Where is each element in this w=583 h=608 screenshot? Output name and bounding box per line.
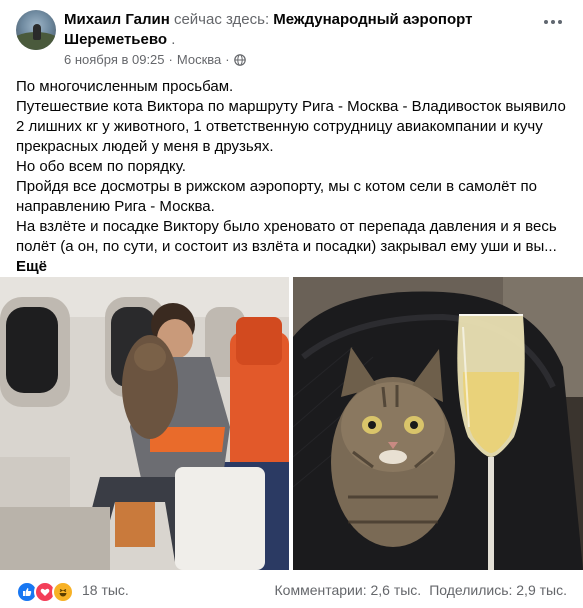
post-meta: 6 ноября в 09:25 · Москва · — [64, 52, 246, 68]
author-avatar[interactable] — [16, 10, 56, 50]
checkin-text: сейчас здесь: — [173, 11, 270, 28]
author-name[interactable]: Михаил Галин — [64, 11, 170, 28]
post-location[interactable]: Москва — [177, 52, 221, 68]
post-paragraph: По многочисленным просьбам. — [16, 78, 234, 95]
photo-man-with-cat-illustration — [0, 277, 289, 570]
reactions-summary[interactable] — [16, 581, 74, 603]
photo-cat-with-champagne[interactable] — [293, 277, 583, 570]
post-paragraph: На взлёте и посадке Виктору было хренова… — [16, 218, 557, 255]
post-title-line: Михаил Галин сейчас здесь: Международный… — [64, 10, 534, 50]
globe-icon[interactable] — [233, 54, 246, 66]
place-suffix: . — [171, 31, 176, 48]
post-paragraph: Путешествие кота Виктора по маршруту Риг… — [16, 98, 566, 155]
shares-count[interactable]: Поделились: 2,9 тыс. — [429, 582, 567, 598]
post-text: По многочисленным просьбам. Путешествие … — [16, 77, 571, 277]
post-stats: Комментарии: 2,6 тыс. Поделились: 2,9 ты… — [275, 582, 567, 598]
photo-man-with-cat[interactable] — [0, 277, 289, 570]
reactions-count[interactable]: 18 тыс. — [82, 582, 129, 598]
haha-icon — [52, 581, 74, 603]
see-more-link[interactable]: Ещё — [16, 257, 571, 277]
meta-separator-2: · — [225, 52, 230, 67]
photo-cat-with-champagne-illustration — [293, 277, 583, 570]
avatar-person — [33, 24, 41, 40]
post-footer: 18 тыс. Комментарии: 2,6 тыс. Поделились… — [16, 575, 567, 605]
photo-grid — [0, 277, 583, 570]
meta-separator: · — [168, 52, 173, 67]
post-header: Михаил Галин сейчас здесь: Международный… — [16, 8, 567, 70]
comments-count[interactable]: Комментарии: 2,6 тыс. — [275, 582, 422, 598]
post-paragraph: Пройдя все досмотры в рижском аэропорту,… — [16, 178, 537, 215]
more-options-icon[interactable] — [539, 12, 567, 32]
post-paragraph: Но обо всем по порядку. — [16, 158, 186, 175]
post-date[interactable]: 6 ноября в 09:25 — [64, 52, 165, 68]
